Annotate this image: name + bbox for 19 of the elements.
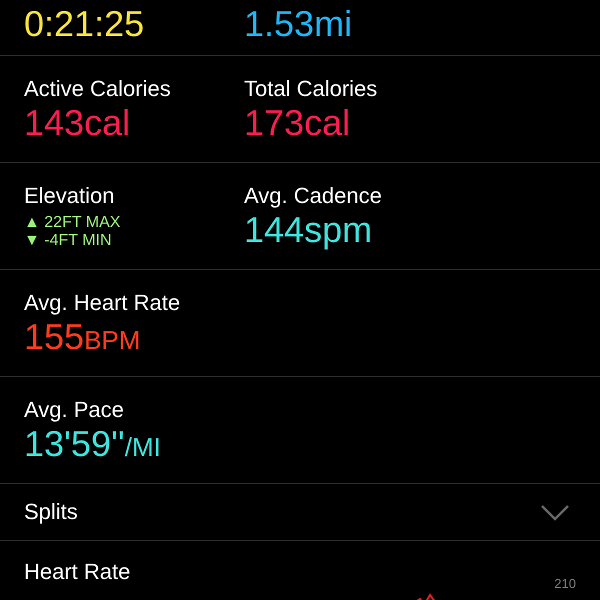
axis-tick-label: 210 xyxy=(554,577,576,591)
metric-label: Avg. Cadence xyxy=(244,183,382,209)
chevron-icon xyxy=(540,503,570,521)
metric-value: 143cal xyxy=(24,102,130,144)
metric-label: Avg. Heart Rate xyxy=(24,290,180,316)
elevation-min: ▼ -4FT MIN xyxy=(24,232,113,250)
metric-label: Total Calories xyxy=(244,76,378,102)
section-title: Heart Rate xyxy=(24,559,130,585)
metric-value: 173cal xyxy=(244,102,350,144)
splits-row[interactable]: Splits xyxy=(0,484,600,541)
metric-value: 13'59''/MI xyxy=(24,423,161,465)
metric-label: Active Calories xyxy=(24,76,171,102)
metric-value: 0:21:25 xyxy=(24,3,144,45)
metric-label: Avg. Pace xyxy=(24,397,124,423)
metric-value: 1.53mi xyxy=(244,3,352,45)
metric-value: 155BPM xyxy=(24,316,140,358)
metric-label: Elevation xyxy=(24,183,115,209)
metric-value: 144spm xyxy=(244,209,372,251)
elevation-max: ▲ 22FT MAX xyxy=(24,214,120,232)
